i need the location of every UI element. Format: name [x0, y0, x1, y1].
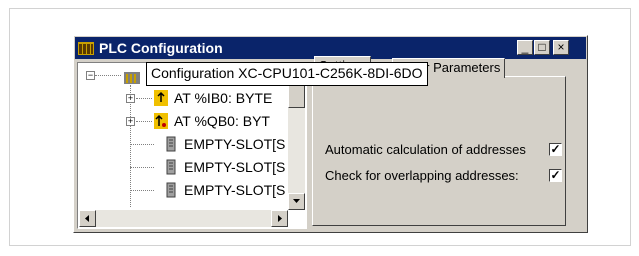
plc-configuration-window: PLC Configuration _ □ × − + AT %IB0: BYT… [73, 35, 588, 233]
tree-connector [136, 121, 152, 122]
arrow-down-icon [293, 199, 300, 203]
tree-connector [95, 75, 121, 76]
arrow-left-icon [85, 215, 89, 222]
maximize-button[interactable]: □ [534, 40, 550, 55]
tree-item-label: EMPTY-SLOT[S [184, 182, 286, 198]
settings-panel: Automatic calculation of addresses ✓ Che… [312, 76, 566, 226]
overlapping-check-checkbox[interactable]: ✓ [549, 169, 562, 182]
scroll-right-button[interactable] [271, 210, 288, 227]
overlapping-check-option[interactable]: Check for overlapping addresses: ✓ [325, 167, 562, 185]
expand-icon[interactable]: + [126, 117, 135, 126]
slot-icon [166, 136, 176, 152]
tree-item[interactable]: + AT %IB0: BYTE [78, 88, 288, 108]
tree-item-label: AT %QB0: BYT [174, 113, 270, 129]
option-label: Automatic calculation of addresses [325, 142, 526, 157]
collapse-icon[interactable]: − [86, 71, 95, 80]
tree-item-label: EMPTY-SLOT[S [184, 136, 286, 152]
tree-connector [130, 167, 154, 168]
scroll-left-button[interactable] [79, 210, 96, 227]
window-title: PLC Configuration [99, 40, 223, 56]
automatic-calculation-checkbox[interactable]: ✓ [549, 143, 562, 156]
expand-icon[interactable]: + [126, 94, 135, 103]
tree-item[interactable]: EMPTY-SLOT[S [78, 134, 288, 154]
tree-item[interactable]: EMPTY-SLOT[S [78, 157, 288, 177]
tree-connector [136, 98, 152, 99]
close-button[interactable]: × [553, 40, 569, 55]
tree-connector [130, 144, 154, 145]
option-label: Check for overlapping addresses: [325, 168, 519, 183]
minimize-button[interactable]: _ [517, 40, 533, 55]
output-module-icon [154, 113, 168, 129]
automatic-calculation-option[interactable]: Automatic calculation of addresses ✓ [325, 141, 562, 159]
tree-item[interactable]: EMPTY-SLOT[S [78, 180, 288, 200]
arrow-right-icon [278, 215, 282, 222]
tree-connector [130, 190, 154, 191]
scroll-down-button[interactable] [288, 193, 305, 210]
input-module-icon [154, 90, 168, 106]
slot-icon [166, 182, 176, 198]
plc-app-icon [78, 42, 94, 55]
tree-item-label: AT %IB0: BYTE [174, 90, 273, 106]
configuration-tree[interactable]: − + AT %IB0: BYTE + AT %QB0: BYT EMPTY-S… [77, 62, 307, 229]
slot-icon [166, 159, 176, 175]
horizontal-scrollbar[interactable] [79, 210, 288, 227]
tree-item-label: EMPTY-SLOT[S [184, 159, 286, 175]
tree-item[interactable]: + AT %QB0: BYT [78, 111, 288, 131]
configuration-icon [124, 72, 140, 84]
tree-root-label[interactable]: Configuration XC-CPU101-C256K-8DI-6DO [146, 62, 428, 86]
